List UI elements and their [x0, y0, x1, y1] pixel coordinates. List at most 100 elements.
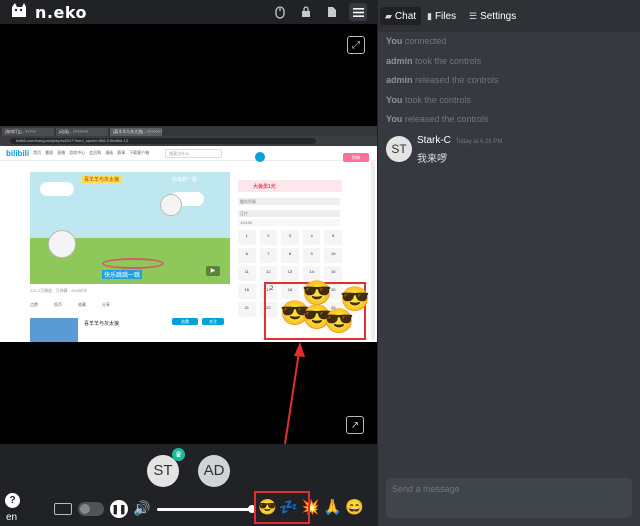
cartoon-frame: 喜羊羊与灰太狼 快来跳一跳 快乐跳跳一跳 ▶	[30, 172, 230, 284]
site-nav-item: 会员购	[89, 150, 102, 155]
logo-text: n.eko	[35, 2, 88, 22]
episode: 13	[281, 266, 299, 281]
emoji-highlight-box	[254, 491, 310, 524]
site-avatar	[255, 152, 265, 162]
follow-button: 关注	[202, 318, 224, 325]
popout-icon[interactable]: ↗	[346, 416, 364, 434]
cool-emoji: 😎	[324, 308, 354, 335]
cat-icon	[10, 1, 30, 24]
episode: 7	[259, 248, 278, 263]
event-text: released the controls	[415, 75, 499, 85]
message-username: Stark-C	[417, 135, 451, 146]
emoji-button-smile[interactable]: 😄	[345, 500, 364, 515]
trampoline	[102, 258, 164, 269]
share-action: 分享	[102, 302, 110, 307]
tab-label: Settings	[480, 10, 517, 22]
site-nav-item: 直播	[57, 150, 66, 155]
message-user: Stark-C Today at 6:26 PM	[417, 135, 502, 146]
sidebar: ▰ Chat ▮ Files ☰ Settings You connected …	[378, 0, 640, 526]
volume-slider[interactable]	[157, 508, 252, 511]
event-text: took the controls	[404, 95, 471, 105]
fullscreen-icon[interactable]: ⤢	[347, 36, 365, 54]
recommend-title: 喜羊羊与灰太狼	[84, 321, 120, 327]
emoji-text: 2	[270, 286, 274, 292]
play-icon: ▶	[206, 266, 220, 276]
site-search: 搜索点什么	[165, 148, 223, 158]
chat-icon: ▰	[385, 10, 392, 21]
fav-action: 收藏	[78, 302, 86, 307]
emoji-highlight-box: 2 😎 😎 😎 😎 😎	[264, 282, 370, 340]
chat-input-box[interactable]	[386, 478, 632, 518]
site-nav-item: 漫画	[105, 150, 114, 155]
side-tab: 正片	[238, 210, 340, 217]
site-nav-item: 首页	[33, 150, 42, 155]
chat-input[interactable]	[386, 478, 632, 500]
toggle-knob	[80, 504, 90, 514]
event-log: You released the controls	[386, 114, 488, 124]
header-bar: n.eko	[0, 0, 377, 24]
tab-files[interactable]: ▮ Files	[422, 7, 461, 25]
episode: 10	[324, 248, 342, 263]
event-text: took the controls	[415, 56, 482, 66]
member-avatar[interactable]: AD	[198, 455, 230, 487]
site-nav-item: 下载客户端	[129, 150, 150, 155]
host-icon: ♛	[172, 448, 185, 461]
video-stream[interactable]: ⤢ [咖啡厅][] - ????? [动画] - ??????? [喜羊羊与灰太…	[0, 24, 377, 444]
video-caption: 喜羊羊与灰太狼	[82, 176, 122, 183]
event-log: admin took the controls	[386, 56, 481, 66]
mouse-icon[interactable]	[271, 3, 289, 21]
sheep	[48, 230, 76, 258]
episode: 1	[238, 230, 256, 245]
logo: n.eko	[10, 2, 87, 22]
event-text: connected	[404, 36, 447, 46]
episode: 6	[238, 248, 256, 263]
lock-icon[interactable]	[297, 3, 315, 21]
event-text: released the controls	[404, 114, 489, 124]
keyboard-icon[interactable]	[54, 503, 72, 515]
video-caption: 快来跳一跳	[172, 177, 198, 183]
episode: 2	[259, 230, 278, 245]
recommend-thumb	[30, 318, 78, 342]
browser-url: bilibili.com/bangumi/play/ss6247?from_sp…	[10, 138, 316, 144]
event-log: You connected	[386, 36, 446, 46]
pause-button[interactable]: ❚❚	[110, 500, 128, 518]
browser-tab: [喜羊羊与灰太狼] - ???????	[110, 128, 162, 136]
menu-icon[interactable]	[349, 3, 367, 21]
episode: 5	[324, 230, 342, 245]
site-nav-item: 赛事	[117, 150, 126, 155]
tab-chat[interactable]: ▰ Chat	[380, 7, 422, 25]
tab-label: Files	[434, 10, 457, 22]
event-log: You took the controls	[386, 95, 471, 105]
help-button[interactable]: ?	[5, 493, 20, 508]
tab-settings[interactable]: ☰ Settings	[464, 7, 521, 25]
episode: 8	[281, 248, 299, 263]
promo-text: 大会员1元	[253, 184, 276, 190]
control-toggle[interactable]	[78, 502, 104, 516]
like-action: 点赞	[30, 302, 38, 307]
browser-tab: [咖啡厅][] - ?????	[2, 128, 54, 136]
event-user: You	[386, 36, 403, 46]
event-user: admin	[386, 75, 413, 85]
side-tab: 缓存列表	[238, 198, 340, 205]
follow-button: 追番	[172, 318, 198, 325]
episode: 16	[238, 284, 256, 299]
language-selector[interactable]: en	[6, 512, 17, 523]
coin-action: 投币	[54, 302, 62, 307]
episode: 14	[302, 266, 321, 281]
emoji-button-pray[interactable]: 🙏	[323, 500, 342, 515]
file-icon: ▮	[427, 10, 432, 21]
event-user: You	[386, 95, 403, 105]
message-time: Today at 6:26 PM	[455, 139, 503, 145]
tab-label: Chat	[394, 10, 417, 22]
video-panel: n.eko ⤢ [咖啡厅][] - ????? [动画] - ??????? […	[0, 0, 377, 526]
cloud	[40, 182, 74, 196]
volume-icon[interactable]: 🔊	[133, 500, 150, 517]
event-log: admin released the controls	[386, 75, 499, 85]
sidebar-tabs: ▰ Chat ▮ Files ☰ Settings	[378, 0, 640, 32]
avatar: ST	[386, 136, 412, 162]
side-tab: 10/100	[238, 219, 340, 226]
episode: 12	[259, 266, 278, 281]
file-icon[interactable]	[323, 3, 341, 21]
sticker: 快乐跳跳一跳	[102, 270, 143, 279]
browser-tab: [动画] - ???????	[56, 128, 108, 136]
